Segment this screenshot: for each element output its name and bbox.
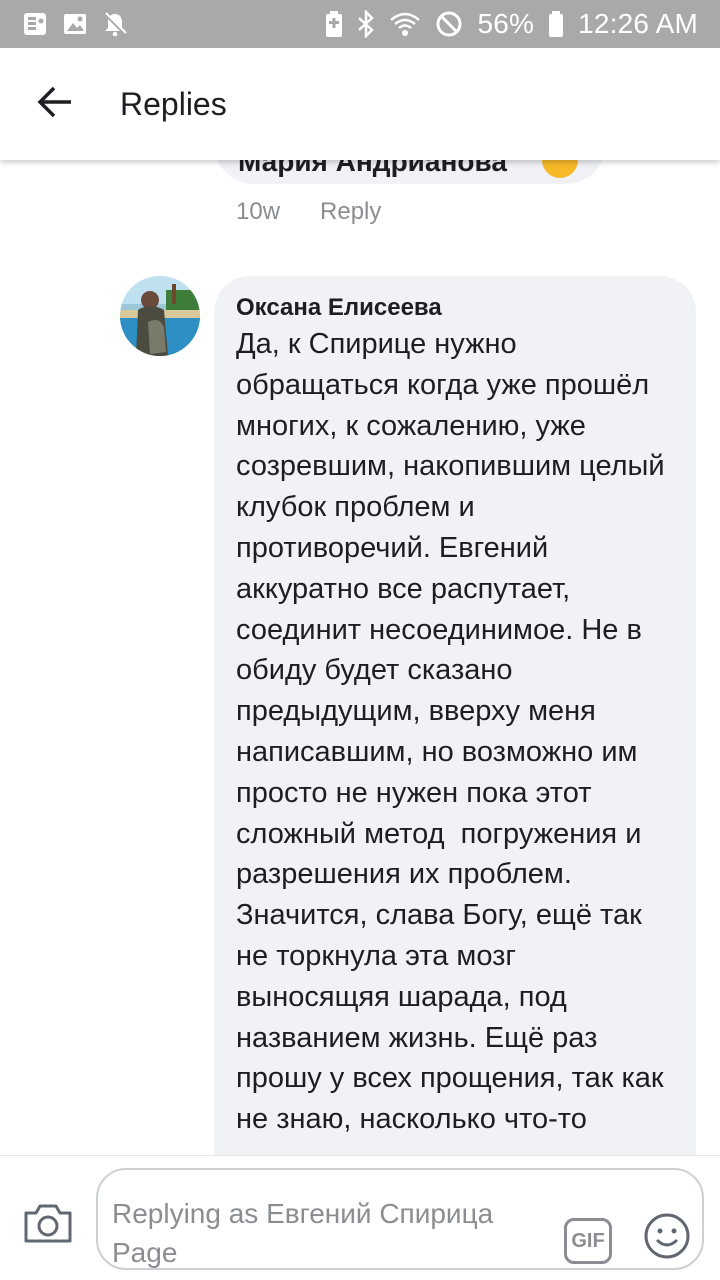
contact-card-icon bbox=[22, 11, 48, 37]
page-title: Replies bbox=[120, 85, 227, 122]
notifications-off-icon bbox=[102, 11, 128, 37]
camera-icon bbox=[22, 1201, 74, 1250]
battery-icon bbox=[548, 10, 564, 38]
reply-input-placeholder: Replying as Евгений Спирица Page bbox=[112, 1198, 494, 1268]
app-header: Replies bbox=[0, 48, 720, 160]
emoji-button[interactable] bbox=[643, 1212, 691, 1265]
wifi-icon bbox=[389, 11, 421, 37]
replies-screen: 56% 12:26 AM Replies Мария Андрианова 10… bbox=[0, 0, 720, 1280]
battery-saver-icon bbox=[325, 10, 343, 38]
clock: 12:26 AM bbox=[578, 8, 698, 39]
comment-author[interactable]: Оксана Елисеева bbox=[236, 294, 674, 322]
comment-bubble[interactable]: Оксана Елисеева Да, к Спирице нужно обра… bbox=[214, 276, 696, 1155]
comment-age: 10w bbox=[236, 198, 281, 225]
previous-comment-meta: 10w Reply bbox=[236, 198, 381, 226]
avatar[interactable] bbox=[120, 276, 200, 356]
previous-comment-bubble: Мария Андрианова bbox=[214, 160, 606, 184]
do-not-disturb-icon bbox=[435, 10, 463, 38]
status-right-icons: 56% 12:26 AM bbox=[325, 8, 698, 40]
reply-link[interactable]: Reply bbox=[320, 198, 381, 226]
replies-feed[interactable]: Мария Андрианова 10w Reply Оксана Елисее… bbox=[0, 160, 720, 1155]
image-icon bbox=[62, 11, 88, 37]
reply-composer: Replying as Евгений Спирица Page GIF bbox=[0, 1155, 720, 1280]
previous-comment-author: Мария Андрианова bbox=[238, 160, 507, 177]
arrow-left-icon bbox=[37, 86, 73, 123]
status-bar: 56% 12:26 AM bbox=[0, 0, 720, 48]
bluetooth-icon bbox=[357, 10, 375, 38]
gif-button[interactable]: GIF bbox=[564, 1218, 612, 1264]
battery-percent: 56% bbox=[477, 8, 535, 39]
reply-input[interactable]: Replying as Евгений Спирица Page GIF bbox=[96, 1168, 704, 1270]
emoji-icon bbox=[643, 1212, 691, 1265]
camera-button[interactable] bbox=[20, 1200, 76, 1250]
status-left-icons bbox=[22, 11, 128, 37]
back-button[interactable] bbox=[0, 48, 110, 160]
smile-emoji-icon bbox=[542, 160, 578, 178]
comment-text: Да, к Спирице нужно обращаться когда уже… bbox=[236, 328, 673, 1136]
